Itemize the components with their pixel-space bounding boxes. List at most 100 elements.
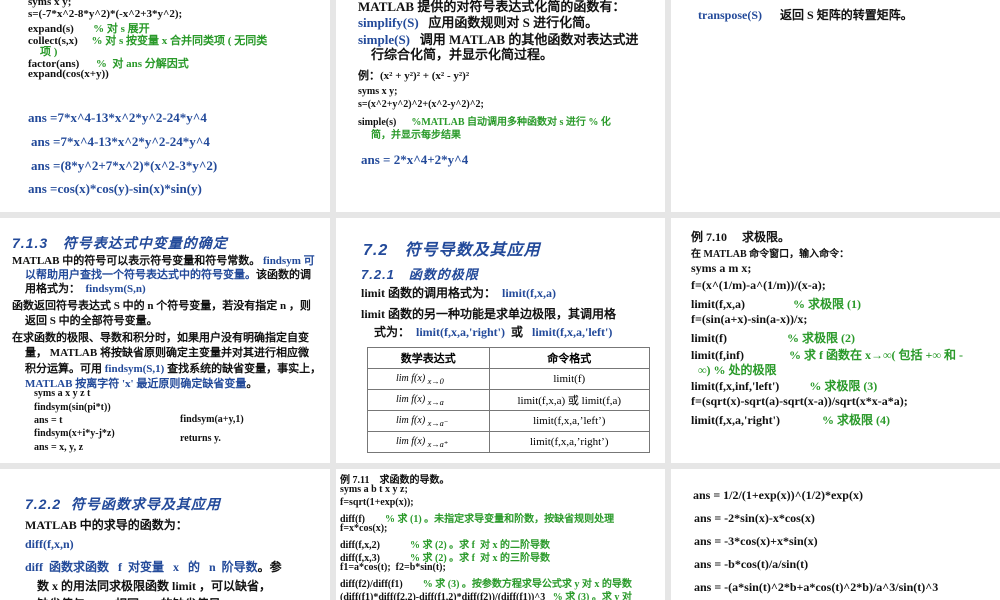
text-segment: f=sqrt(1+exp(x));	[340, 497, 414, 508]
text-segment: MATLAB 中的求导的函数为：	[25, 518, 188, 532]
text-segment: ans = -3*cos(x)+x*sin(x)	[694, 534, 818, 548]
math-expression: lim f(x) x→a⁻	[368, 411, 490, 432]
text-segment: f=(sin(a+x)-sin(a-x))/x;	[691, 312, 807, 326]
math-expression: lim f(x) x→0	[368, 369, 490, 390]
text-segment: 返回 S 矩阵的转置矩阵。	[762, 8, 913, 22]
math-expression: lim f(x) x→a⁺	[368, 432, 490, 453]
limit-format-table: 数学表达式 命令格式 lim f(x) x→0 limit(f) lim f(x…	[367, 347, 650, 453]
text-line: limit(f,x,a,'right') % 求极限 (4)	[691, 411, 890, 428]
expr-text: lim f(x)	[396, 436, 425, 447]
text-segment: limit(f,x,a,'right')	[416, 325, 505, 339]
code-comment: % 对 ans 分解因式	[96, 58, 189, 70]
text-segment: 函数返回符号表达式 S 中的 n 个符号变量，若没有指定 n ，则	[12, 300, 311, 312]
text-segment: ans =7*x^4-13*x^2*y^2-24*y^4	[31, 134, 210, 149]
text-line: ans = -(a*sin(t)^2*b+a*cos(t)^2*b)/a^3/s…	[694, 580, 938, 595]
text-segment: ans =7*x^4-13*x^2*y^2-24*y^4	[28, 110, 207, 125]
text-segment: 查找系统的缺省变量，事实上，	[164, 363, 321, 375]
text-line: ans =7*x^4-13*x^2*y^2-24*y^4	[31, 134, 210, 150]
slide-limit[interactable]: 数学表达式 命令格式 lim f(x) x→0 limit(f) lim f(x…	[336, 218, 665, 463]
text-segment: ans =cos(x)*cos(y)-sin(x)*sin(y)	[28, 181, 202, 196]
table-row: lim f(x) x→0 limit(f)	[368, 369, 650, 390]
text-line: ans = x, y, z	[34, 442, 83, 453]
slide-transpose[interactable]: transpose(S) 返回 S 矩阵的转置矩阵。	[671, 0, 1000, 212]
text-line: findsym(sin(pi*t))	[34, 402, 111, 413]
text-segment: ans = x, y, z	[34, 442, 83, 453]
slide-example-7-10[interactable]: 例 7.10 求极限。在 MATLAB 命令窗口，输入命令：syms a m x…	[671, 218, 1000, 463]
text-segment: limit(f)	[691, 331, 787, 345]
text-line: ans = -b*cos(t)/a/sin(t)	[694, 557, 808, 572]
text-segment: ans = -(a*sin(t)^2*b+a*cos(t)^2*b)/a^3/s…	[694, 580, 938, 594]
text-segment: limit 函数的调用格式为：	[361, 286, 502, 300]
text-line: (diff(f1)*diff(f2,2)-diff(f1,2)*diff(f2)…	[340, 588, 632, 600]
text-line: f=(sqrt(x)-sqrt(a)-sqrt(x-a))/sqrt(x*x-a…	[691, 394, 908, 409]
text-segment: 例 7.10 求极限。	[691, 230, 790, 244]
slide-diff[interactable]: 7.2.2 符号函数求导及其应用 MATLAB 中的求导的函数为： diff(f,x…	[0, 469, 330, 600]
text-line: syms a b t x y z;	[340, 484, 408, 495]
text-line: syms a x y z t	[34, 388, 90, 399]
text-line: f=sqrt(1+exp(x));	[340, 497, 414, 508]
text-segment: limit(f,x,a)	[502, 286, 556, 300]
text-segment: 用格式为：	[25, 283, 86, 295]
text-segment: findsym(x+i*y-j*z)	[34, 428, 115, 439]
text-line: findsym(x+i*y-j*z)	[34, 428, 115, 439]
text-segment: ans = -2*sin(x)-x*cos(x)	[694, 511, 815, 525]
text-line: 例：(x² + y²)² + (x² - y²)²	[358, 67, 469, 83]
expr-text: lim f(x)	[396, 373, 425, 384]
slide-example-7-11[interactable]: 例 7.11 求函数的导数。syms a b t x y z;f=sqrt(1+…	[336, 469, 665, 600]
text-segment: syms a x y z t	[34, 388, 90, 399]
text-line: 返回 S 中的全部符号变量。	[25, 312, 158, 328]
slide-expand-collect[interactable]: syms x y;s=(-7*x^2-8*y^2)*(-x^2+3*y^2);e…	[0, 0, 330, 212]
text-line: limit(f,x,inf,'left') % 求极限 (3)	[691, 377, 877, 394]
text-line: 在求函数的极限、导数和积分时，如果用户没有明确指定自变	[12, 329, 309, 345]
section-title: 7.2.2 符号函数求导及其应用	[25, 496, 221, 512]
text-segment: 量， MATLAB 将按缺省原则确定主变量并对其进行相应微	[25, 347, 309, 359]
text-segment: ans = t	[34, 415, 62, 426]
text-segment: 应用函数规则对 S 进行化简。	[419, 15, 598, 30]
text-segment: 行综合化简，并显示化简过程。	[371, 47, 553, 62]
text-line: expand(cos(x+y))	[28, 68, 109, 80]
text-line: diff 函数求函数 f 对变量 x 的 n 阶导数。参	[25, 558, 282, 575]
text-line: 数 x 的用法同求极限函数 limit ，可以缺省，	[37, 577, 271, 594]
text-segment: ans =(8*y^2+7*x^2)*(x^2-3*y^2)	[31, 158, 217, 173]
text-segment: limit(f,inf)	[691, 348, 789, 362]
text-line: 在 MATLAB 命令窗口，输入命令：	[691, 245, 849, 260]
text-line: f=(x^(1/m)-a^(1/m))/(x-a);	[691, 278, 826, 293]
table-row: lim f(x) x→a limit(f,x,a) 或 limit(f,a)	[368, 390, 650, 411]
table-row: lim f(x) x→a⁻ limit(f,x,a,’left’)	[368, 411, 650, 432]
text-line: 例 7.10 求极限。	[691, 228, 790, 245]
text-line: diff(f,x,n)	[25, 537, 74, 552]
expr-subscript: x→a⁺	[428, 440, 449, 449]
text-segment: ans = 2*x^4+2*y^4	[361, 152, 468, 167]
text-segment: limit(f,x,inf,'left')	[691, 379, 809, 393]
slide-simplify[interactable]: MATLAB 提供的对符号表达式化简的函数有：simplify(S) 应用函数规…	[336, 0, 665, 212]
text-segment: 式为：	[374, 325, 416, 339]
text-line: ∞) % 处的极限	[698, 361, 777, 378]
text-segment: limit(f,x,a,'left')	[532, 325, 612, 339]
slide-diff-answers[interactable]: ans = 1/2/(1+exp(x))^(1/2)*exp(x)ans = -…	[671, 469, 1000, 600]
section-title: 7.2 符号导数及其应用	[363, 242, 541, 259]
text-segment: 。	[246, 378, 257, 390]
text-line: f=(sin(a+x)-sin(a-x))/x;	[691, 312, 807, 327]
text-segment: 在求函数的极限、导数和积分时，如果用户没有明确指定自变	[12, 332, 309, 344]
text-line: f=x*cos(x);	[340, 523, 387, 534]
slide-findsym[interactable]: 7.1.3 符号表达式中变量的确定MATLAB 中的符号可以表示符号变量和符号常…	[0, 218, 330, 463]
text-segment: f1=a*cos(t); f2=b*sin(t);	[340, 562, 446, 573]
text-segment: expand(cos(x+y))	[28, 68, 109, 80]
table-header: 数学表达式	[368, 348, 490, 369]
table-header-row: 数学表达式 命令格式	[368, 348, 650, 369]
code-comment: % 求 f 函数在 x→∞( 包括 +∞ 和 -	[789, 348, 963, 362]
expr-subscript: x→a⁻	[428, 419, 449, 428]
text-line: findsym(a+y,1)	[180, 414, 244, 425]
text-line: limit(f) % 求极限 (2)	[691, 329, 855, 346]
text-segment: 积分运算。可用	[25, 363, 105, 375]
text-segment: f=x*cos(x);	[340, 523, 387, 534]
table-row: lim f(x) x→a⁺ limit(f,x,a,’right’)	[368, 432, 650, 453]
text-segment: limit(f,x,a,'right')	[691, 413, 822, 427]
text-line: limit(f,x,a) % 求极限 (1)	[691, 295, 861, 312]
text-segment: diff 函数求函数 f 对变量 x 的 n 阶导数	[25, 560, 258, 574]
expr-text: lim f(x)	[396, 415, 425, 426]
text-segment: diff(f,x,n)	[25, 537, 74, 551]
text-segment: findsym(sin(pi*t))	[34, 402, 111, 413]
text-line: collect(s,x) % 对 s 按变量 x 合并同类项 ( 无同类	[28, 32, 267, 48]
text-segment: limit(f,x,a)	[691, 297, 793, 311]
